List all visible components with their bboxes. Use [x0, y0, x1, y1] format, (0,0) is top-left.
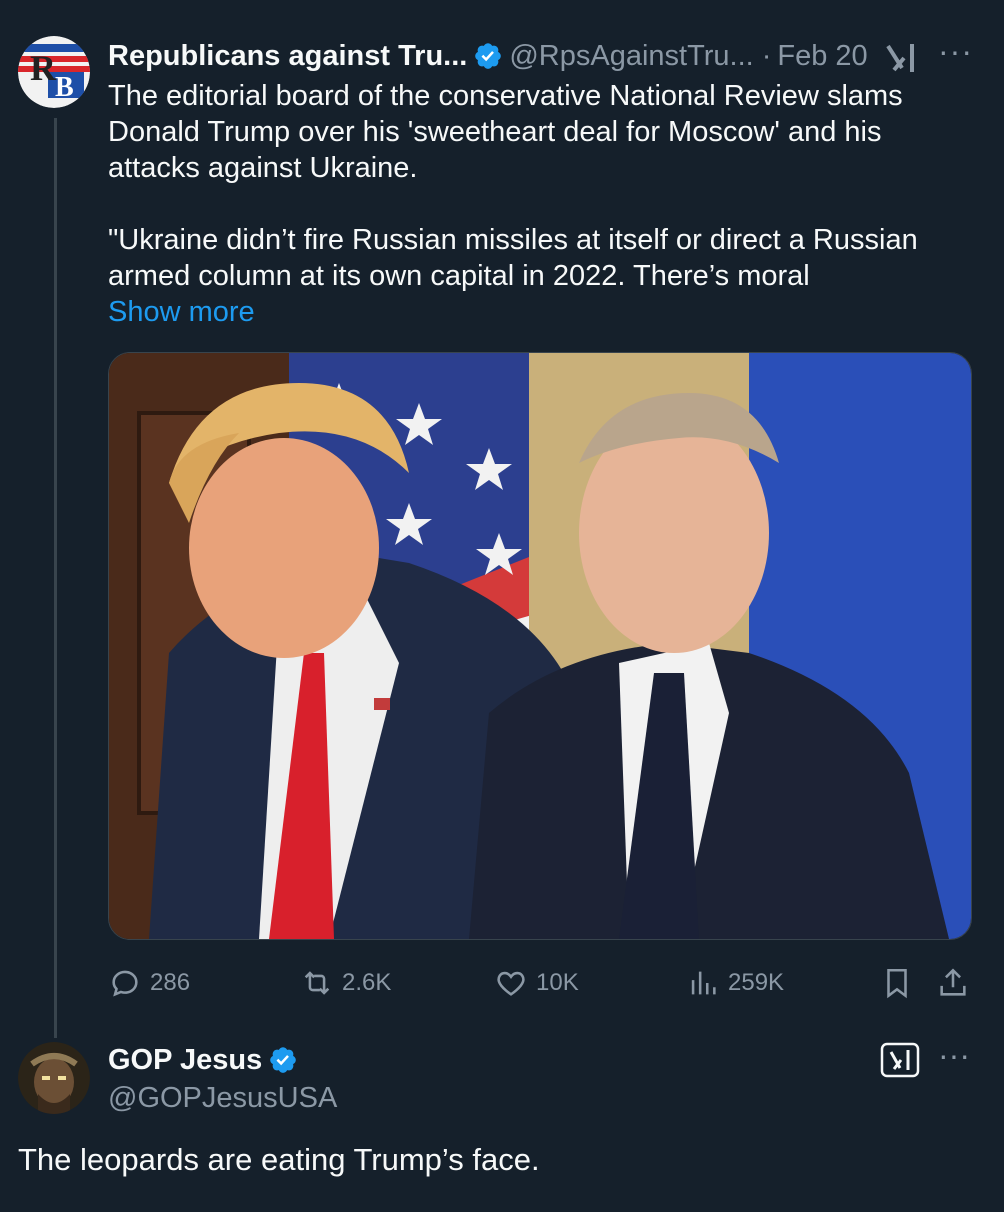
bookmark-icon [887, 968, 907, 999]
views-chart-icon [691, 971, 716, 995]
share-button[interactable] [936, 958, 978, 1008]
tweet-date[interactable]: Feb 20 [777, 40, 867, 73]
avatar[interactable] [18, 1042, 90, 1114]
like-count: 10K [536, 969, 579, 996]
author-name[interactable]: Republicans against Tru... [108, 40, 467, 73]
svg-text:B: B [55, 72, 74, 103]
show-more-link[interactable]: Show more [108, 294, 968, 330]
bookmark-button[interactable] [880, 958, 922, 1008]
photo-illustration [109, 353, 971, 939]
rb-logo-icon: R B [18, 36, 90, 108]
reply-text: The leopards are eating Trump’s face. [18, 1142, 540, 1177]
views-button[interactable]: 259K [686, 958, 784, 1008]
tweet-text-line: Donald Trump over his 'sweetheart deal f… [108, 116, 882, 148]
tweet-actions-bar: 286 2.6K 10K 259K [108, 958, 972, 1008]
more-options-icon[interactable]: ··· [938, 1039, 978, 1074]
more-options-icon[interactable]: ··· [938, 35, 978, 70]
reply-author-handle[interactable]: @GOPJesusUSA [108, 1078, 337, 1118]
tweet-text-line: "Ukraine didn’t fire Russian missiles at… [108, 224, 918, 256]
thread-connector-line [54, 118, 57, 1038]
avatar-face-icon [18, 1042, 90, 1114]
repost-count: 2.6K [342, 969, 392, 996]
share-icon [940, 968, 966, 996]
repost-icon [304, 971, 330, 995]
reply-icon [112, 970, 138, 997]
tweet-header: Republicans against Tru... @RpsAgainstTr… [108, 36, 868, 76]
grok-icon[interactable] [880, 1042, 920, 1078]
repost-button[interactable]: 2.6K [300, 958, 391, 1008]
like-button[interactable]: 10K [494, 958, 579, 1008]
svg-text:R: R [30, 48, 57, 88]
reply-count: 286 [150, 969, 191, 996]
avatar[interactable]: R B [18, 36, 90, 108]
separator-dot: · [761, 39, 772, 72]
tweet-text-line: armed column at its own capital in 2022.… [108, 260, 810, 292]
author-handle[interactable]: @RpsAgainstTru... [509, 40, 753, 73]
verified-badge-icon [268, 1045, 298, 1075]
tweet-text-line: The editorial board of the conservative … [108, 80, 903, 112]
tweet-text-line: attacks against Ukraine. [108, 152, 418, 184]
reply-author-row: GOP Jesus [108, 1040, 304, 1080]
grok-icon[interactable] [884, 40, 920, 76]
heart-icon [497, 971, 525, 996]
reply-author-name[interactable]: GOP Jesus [108, 1044, 262, 1077]
tweet-media-photo[interactable] [108, 352, 972, 940]
verified-badge-icon [473, 41, 503, 71]
tweet-text: The editorial board of the conservative … [108, 78, 968, 330]
reply-button[interactable]: 286 [108, 958, 190, 1008]
views-count: 259K [728, 969, 785, 996]
